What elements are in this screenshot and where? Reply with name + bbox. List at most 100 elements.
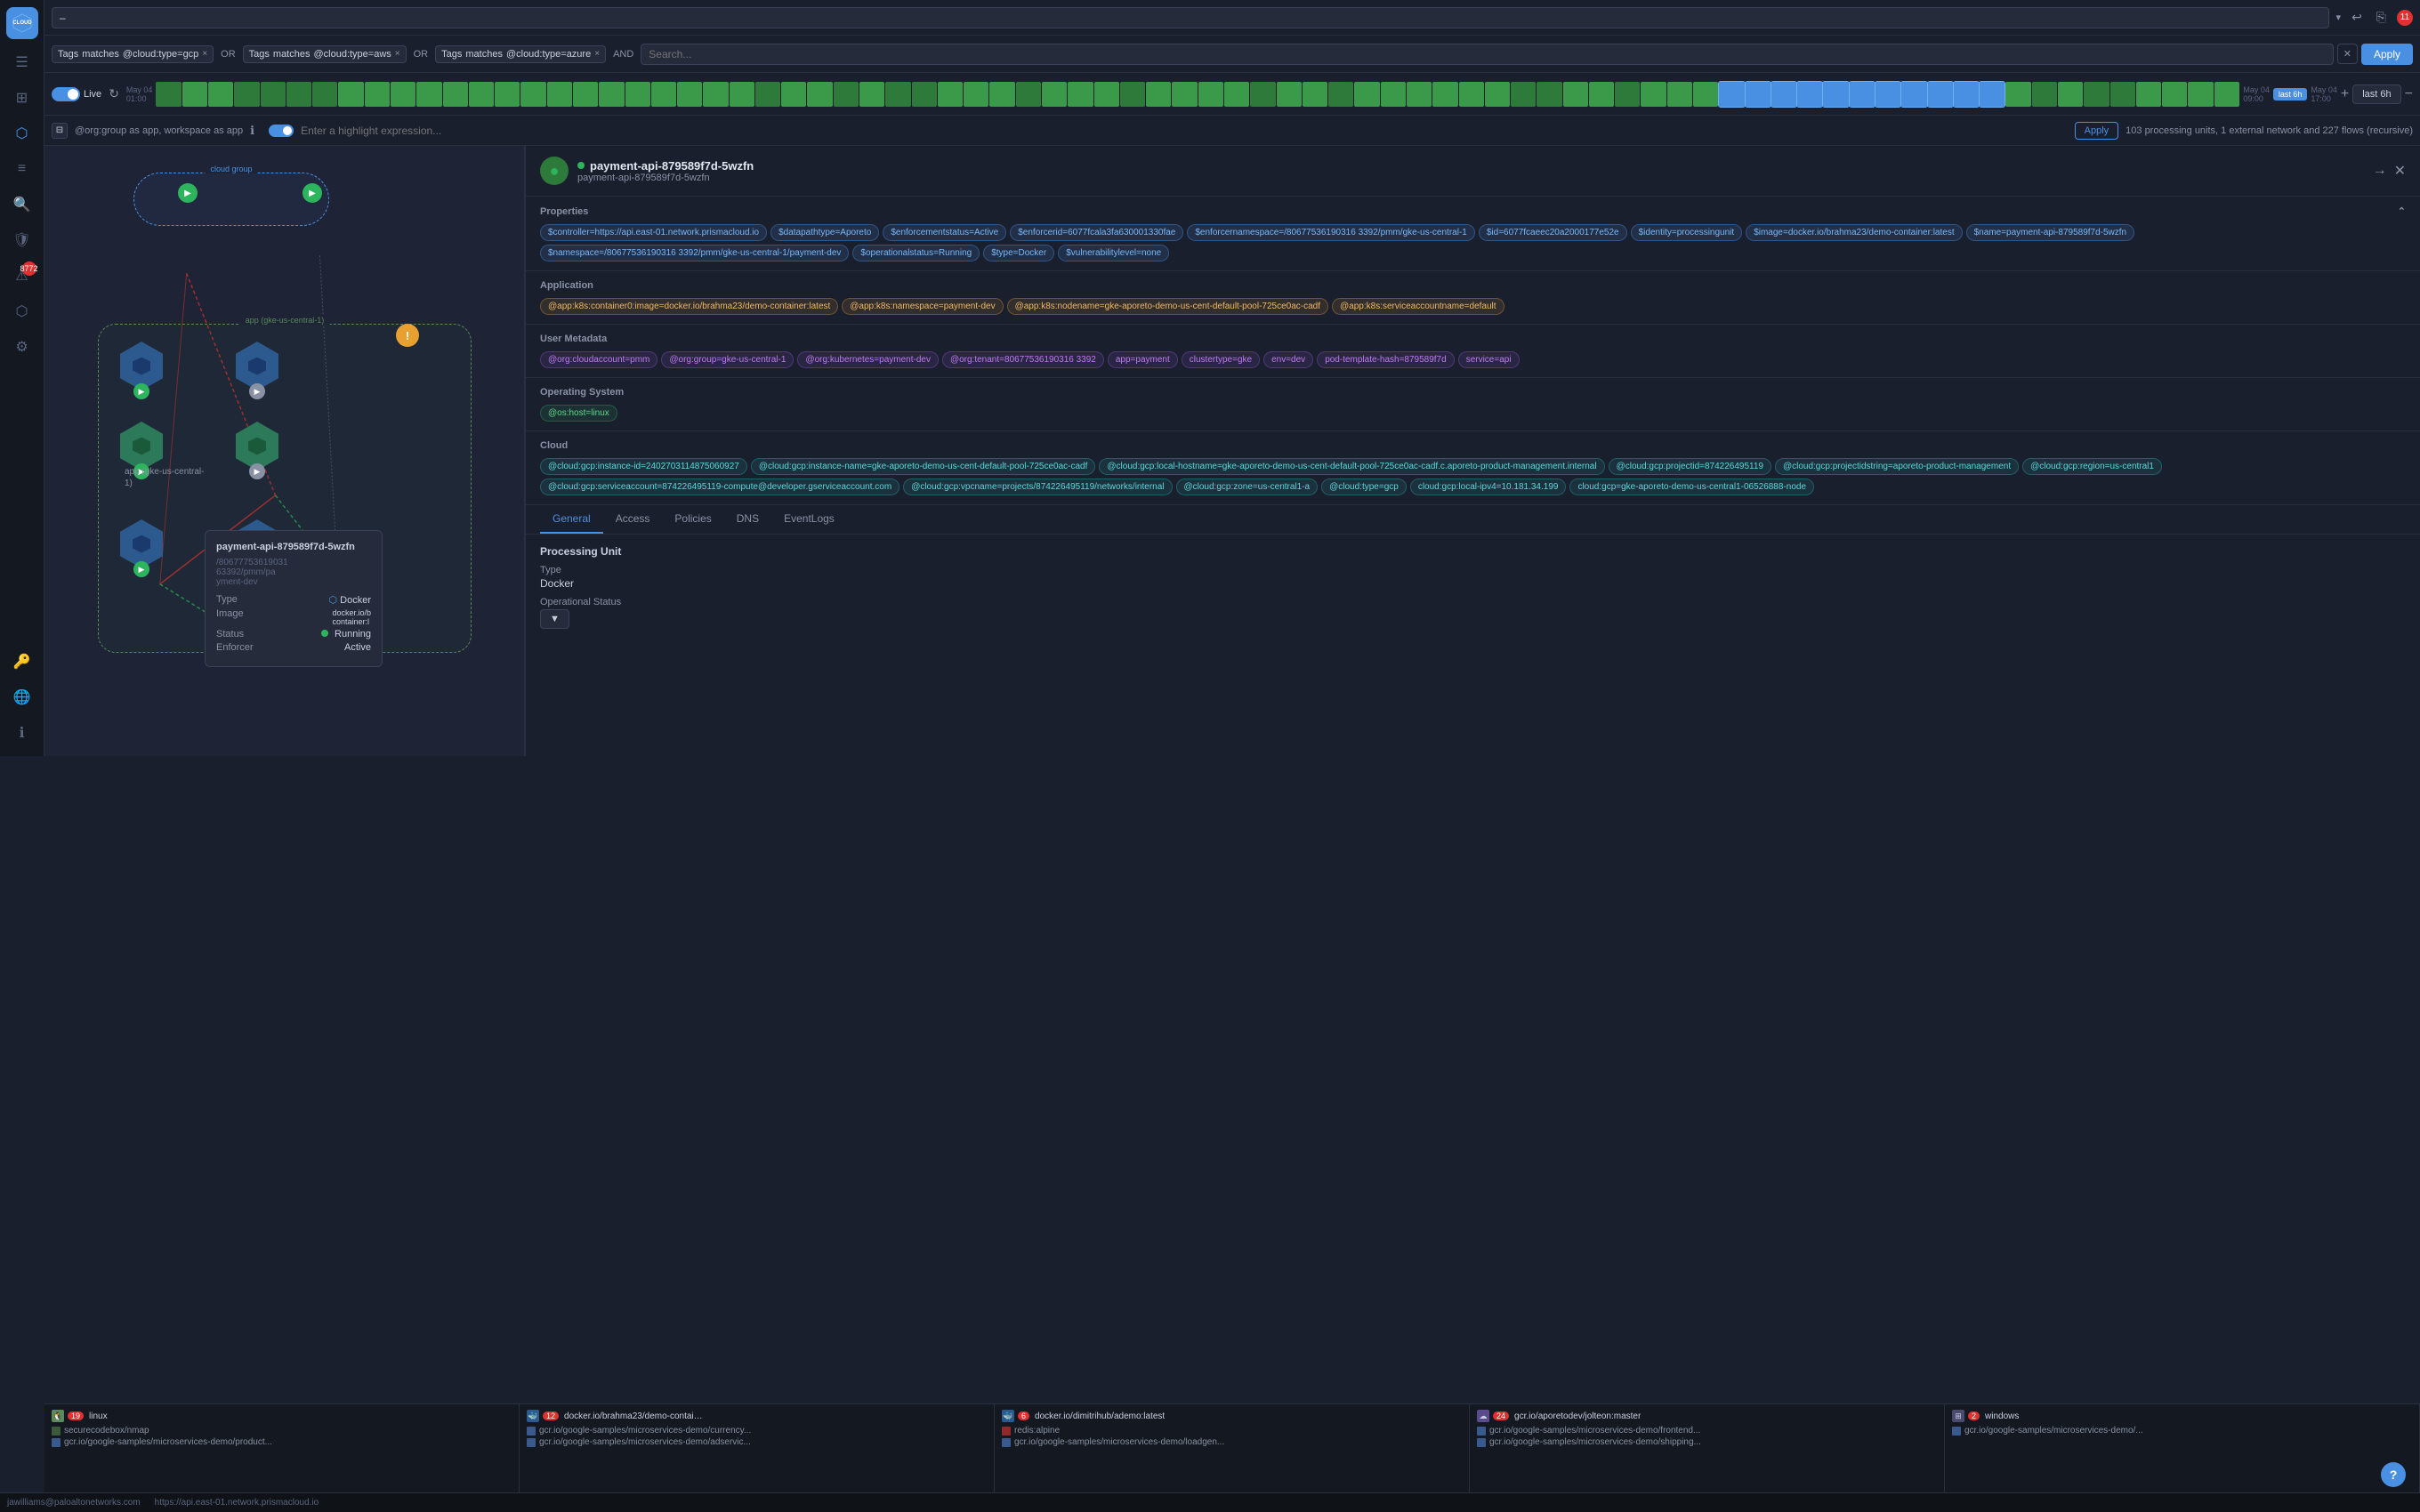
os-section-title: Operating System [540,387,2406,398]
filter-apply-btn[interactable]: Apply [2361,44,2413,65]
sidebar-item-globe[interactable]: 🌐 [6,681,38,713]
prop-tag-controller: $controller=https://api.east-01.network.… [540,224,767,241]
windows-count: 2 [1968,1411,1980,1420]
sidebar-item-keys[interactable]: 🔑 [6,646,38,678]
shipping-icon [1477,1438,1486,1447]
stats-text: 103 processing units, 1 external network… [2126,125,2413,136]
help-button[interactable]: ? [2381,1462,2406,1487]
jolteon-title: gcr.io/aporetodev/jolteon:master [1514,1411,1641,1421]
filter-clear-btn[interactable]: ✕ [2337,44,2358,64]
detail-tabs: General Access Policies DNS EventLogs [526,505,2420,535]
opstatus-label: Operational Status [540,597,2406,607]
prop-tag-type: $type=Docker [983,245,1054,261]
hex-play-4[interactable]: ▶ [249,463,265,479]
collapse-icon[interactable]: ⌃ [2398,205,2406,217]
properties-section: Properties ⌃ $controller=https://api.eas… [526,197,2420,271]
timeline-refresh-btn[interactable]: ↻ [105,83,123,105]
sidebar-item-map[interactable]: ⬡ [6,295,38,327]
bottom-section-brahma-header: 🐳 12 docker.io/brahma23/demo-container:l… [527,1410,987,1422]
brahma-title: docker.io/brahma23/demo-container:latest [564,1411,706,1421]
type-row: Type Docker [540,565,2406,590]
filter1-close[interactable]: × [202,49,207,59]
tab-eventlogs[interactable]: EventLogs [771,505,847,534]
bottom-section-windows-header: ⊞ 2 windows [1952,1410,2412,1422]
highlight-input[interactable] [301,125,2068,137]
bottom-item-currency: gcr.io/google-samples/microservices-demo… [527,1426,987,1436]
products-icon [52,1438,60,1447]
play-btn-1[interactable]: ▶ [178,183,198,203]
app-logo[interactable]: CLOUD [6,7,38,39]
sidebar-item-alerts[interactable]: ⚠ 8772 [6,260,38,292]
status-url: https://api.east-01.network.prismacloud.… [155,1498,319,1508]
timeline-expand-btn[interactable]: + [2341,86,2349,102]
highlight-toggle[interactable] [269,125,294,137]
last-6h-btn[interactable]: last 6h [2352,84,2400,104]
live-toggle-container: Live [52,87,101,101]
user-metadata-section: User Metadata @org:cloudaccount=pmm @org… [526,325,2420,378]
bottom-item-adservic: gcr.io/google-samples/microservices-demo… [527,1437,987,1447]
hex-node-5[interactable]: ▶ [120,519,163,568]
tooltip-image-row: Image docker.io/bcontainer:l [216,608,371,626]
prop-tag-vuln: $vulnerabilitylevel=none [1058,245,1169,261]
um-tag-app: app=payment [1108,351,1178,368]
um-tag-cloudaccount: @org:cloudaccount=pmm [540,351,657,368]
filter2-close[interactable]: × [395,49,400,59]
cloud-tag-gke-node: cloud:gcp=gke-aporeto-demo-us-central1-0… [1569,479,1814,495]
tab-dns[interactable]: DNS [724,505,771,534]
hex-play-1[interactable]: ▶ [133,383,149,399]
redis-icon [1002,1427,1011,1436]
highlight-apply-btn[interactable]: Apply [2075,122,2119,140]
hex-node-3[interactable]: ▶ [120,422,163,470]
sidebar-item-security[interactable]: 🛡 [6,224,38,256]
prop-tag-id: $id=6077fcaeec20a2000177e52e [1479,224,1627,241]
sidebar-item-list[interactable]: ≡ [6,153,38,185]
sidebar-item-info[interactable]: ℹ [6,717,38,749]
filter-search-input[interactable] [641,44,2333,65]
filter3-close[interactable]: × [594,49,600,59]
prop-tag-namespace: $namespace=/80677536190316 3392/pmm/gke-… [540,245,849,261]
tab-policies[interactable]: Policies [662,505,723,534]
opstatus-dropdown[interactable]: ▼ [540,609,569,629]
filter3-value: @cloud:type=azure [506,49,591,60]
bottom-item-products: gcr.io/google-samples/microservices-demo… [52,1437,512,1447]
tooltip-status-row: Status Running [216,629,371,639]
user-metadata-section-title: User Metadata [540,334,2406,344]
hex-node-4[interactable]: ▶ [236,422,278,470]
map-panel[interactable]: cloud group ▶ ▶ app (gke-us-central-1) ▶ [44,146,525,756]
cloud-tag-vpcname: @cloud:gcp:vpcname=projects/874226495119… [903,479,1172,495]
detail-close-btn[interactable]: ✕ [2394,162,2406,180]
prop-tag-identity: $identity=processingunit [1631,224,1743,241]
filter-tag-1: Tags matches @cloud:type=gcp × [52,45,214,63]
hex-node-2[interactable]: ▶ [236,342,278,390]
path-input[interactable] [52,7,2329,28]
notifications-badge[interactable]: 11 [2397,10,2413,26]
user-metadata-tags: @org:cloudaccount=pmm @org:group=gke-us-… [540,351,2406,368]
detail-expand-btn[interactable]: → [2373,162,2387,180]
sidebar-item-search[interactable]: 🔍 [6,189,38,221]
os-tag-host: @os:host=linux [540,405,617,422]
namespace-bar: ⊟ @org:group as app, workspace as app ℹ … [44,116,2420,146]
tab-access[interactable]: Access [603,505,663,534]
timeline-blocks[interactable] [156,82,2239,107]
sidebar-item-dashboard[interactable]: ⊞ [6,82,38,114]
nav-back-btn[interactable]: ↩ [2348,6,2366,28]
sidebar-item-menu[interactable]: ☰ [6,46,38,78]
tooltip-type-value: ⬡ Docker [328,594,371,606]
nav-copy-btn[interactable]: ⎘ [2373,6,2390,28]
cloud-tag-region: @cloud:gcp:region=us-central1 [2022,458,2162,475]
filter-op-1: OR [217,49,239,60]
tab-general[interactable]: General [540,505,603,534]
tooltip-status-value: Running [321,629,371,639]
live-toggle-switch[interactable] [52,87,80,101]
opstatus-dropdown-row: ▼ [540,609,2406,629]
play-btn-2[interactable]: ▶ [302,183,322,203]
hex-node-1[interactable]: ▶ [120,342,163,390]
hex-play-2[interactable]: ▶ [249,383,265,399]
hex-play-5[interactable]: ▶ [133,561,149,577]
namespace-info-btn[interactable]: ℹ [250,124,254,138]
sidebar-item-settings[interactable]: ⚙ [6,331,38,363]
sidebar-item-network[interactable]: ⬡ [6,117,38,149]
timeline-collapse-btn[interactable]: − [2405,86,2413,102]
linux-count: 19 [68,1411,84,1420]
app-tag-nodename: @app:k8s:nodename=gke-aporeto-demo-us-ce… [1007,298,1328,315]
